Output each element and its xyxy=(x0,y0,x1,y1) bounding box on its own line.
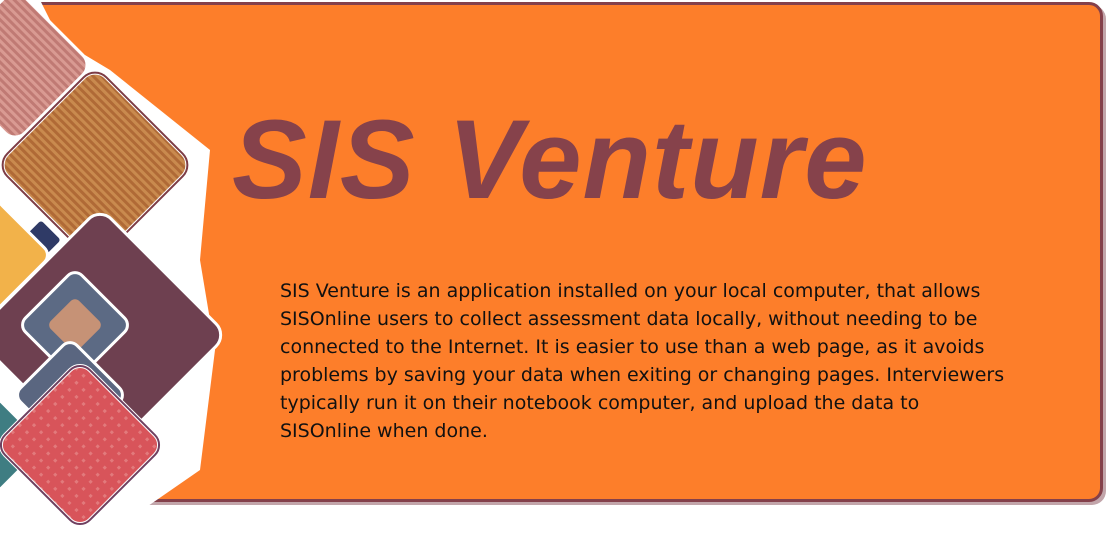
sis-venture-banner: SIS Venture SIS Venture is an applicatio… xyxy=(0,0,1109,545)
description-line: connected to the Internet. It is easier … xyxy=(280,336,985,358)
page-title: SIS Venture xyxy=(232,97,868,222)
decorative-diamonds-graphic xyxy=(0,0,223,545)
description-line: typically run it on their notebook compu… xyxy=(280,392,920,414)
description-text: SIS Venture is an application installed … xyxy=(280,277,1060,445)
description-line: problems by saving your data when exitin… xyxy=(280,364,1005,386)
description-line: SIS Venture is an application installed … xyxy=(280,280,981,302)
description-line: SISOnline when done. xyxy=(280,420,488,442)
description-line: SISOnline users to collect assessment da… xyxy=(280,308,978,330)
